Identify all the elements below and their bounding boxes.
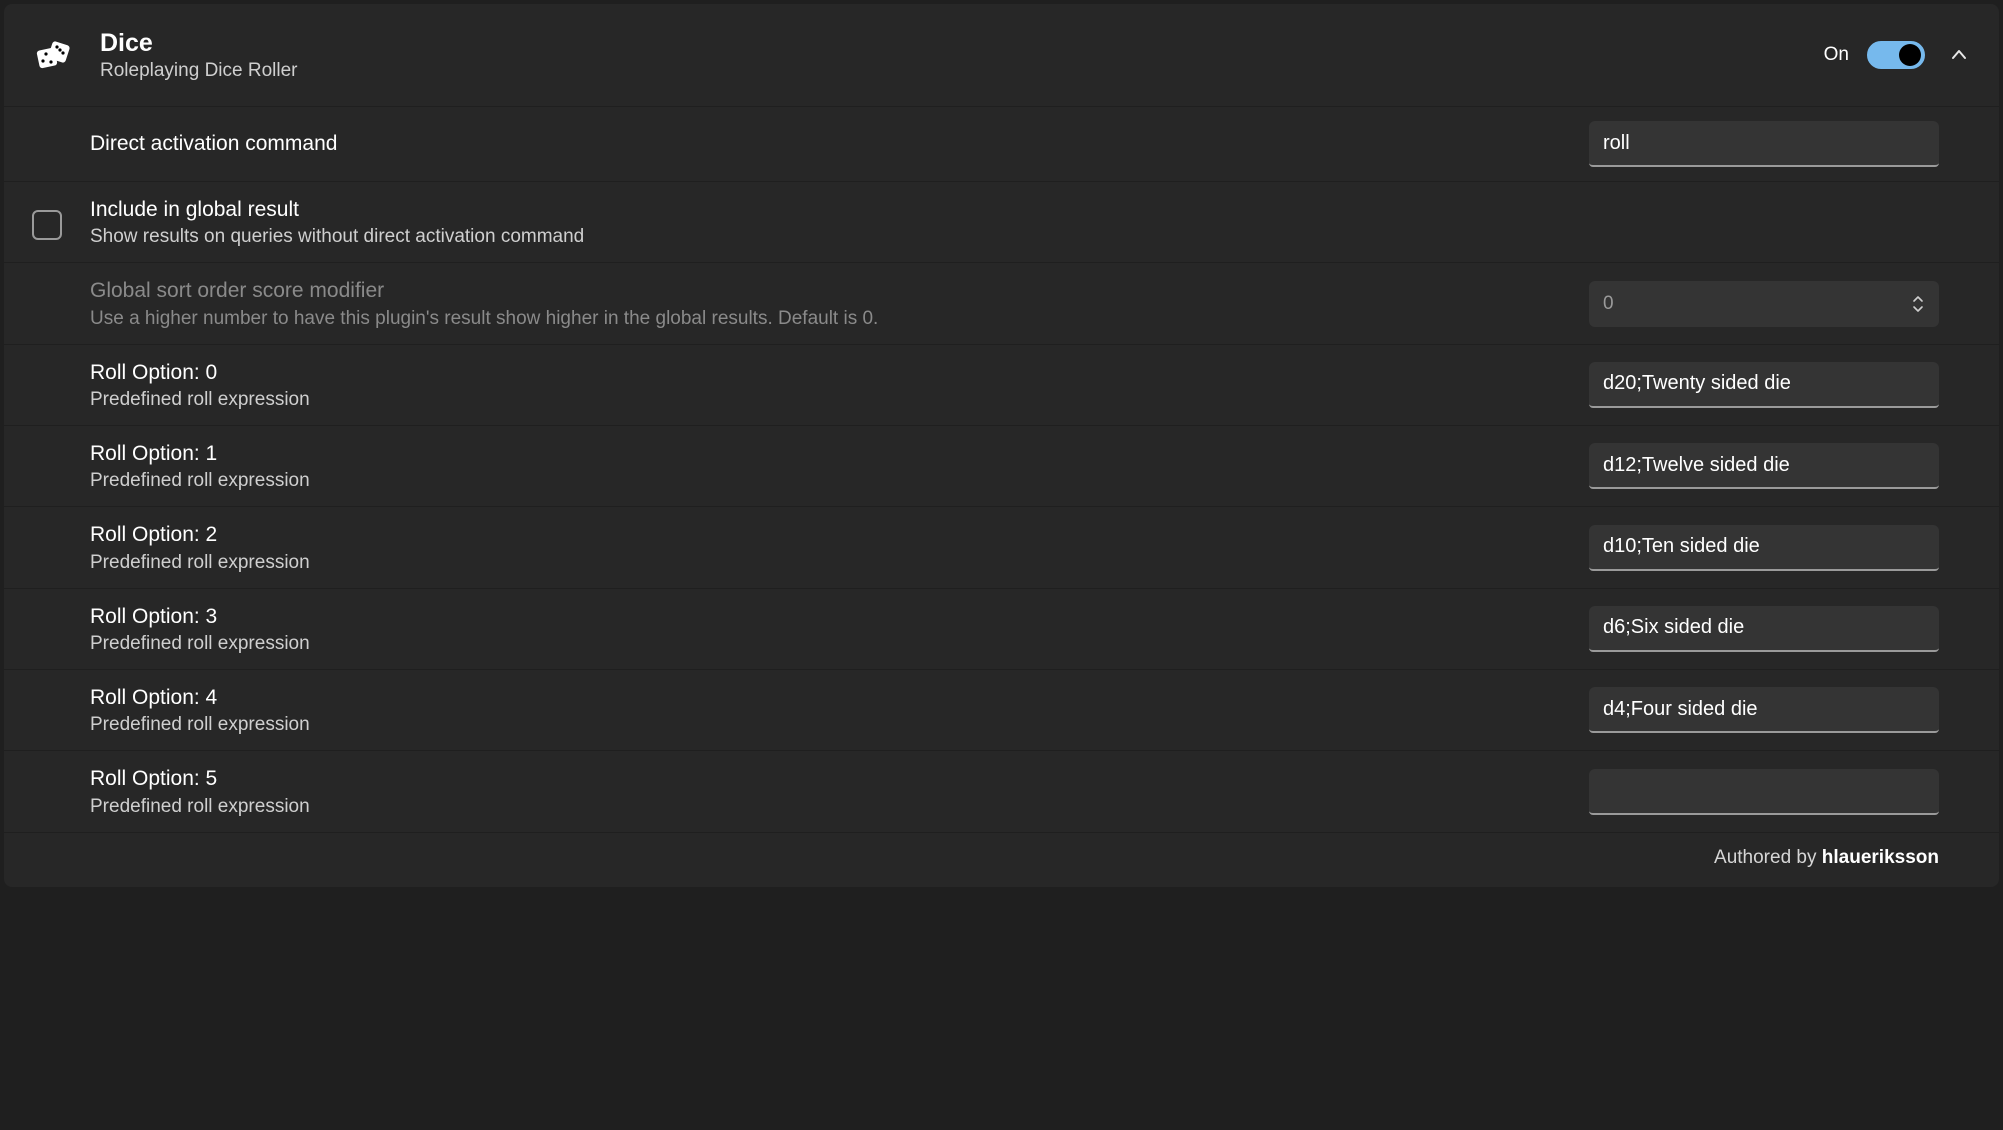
- roll-option-desc: Predefined roll expression: [90, 389, 1565, 411]
- roll-option-input-4[interactable]: [1589, 687, 1939, 733]
- roll-option-desc: Predefined roll expression: [90, 714, 1565, 736]
- roll-option-label: Roll Option: 1: [90, 440, 1565, 468]
- stepper-updown-icon: [1909, 295, 1927, 313]
- row-roll-option-4: Roll Option: 4Predefined roll expression: [4, 669, 1999, 750]
- roll-option-label: Roll Option: 5: [90, 765, 1565, 793]
- plugin-title: Dice: [100, 28, 1800, 58]
- row-score-modifier: Global sort order score modifier Use a h…: [4, 262, 1999, 343]
- author-name[interactable]: hlaueriksson: [1822, 847, 1939, 868]
- row-roll-option-5: Roll Option: 5 Predefined roll expression: [4, 750, 1999, 831]
- score-modifier-stepper[interactable]: 0: [1589, 281, 1939, 327]
- author-footer: Authored by hlaueriksson: [4, 832, 1999, 887]
- roll-option-desc: Predefined roll expression: [90, 633, 1565, 655]
- plugin-subtitle: Roleplaying Dice Roller: [100, 60, 1800, 82]
- roll-option-input-3[interactable]: [1589, 606, 1939, 652]
- roll-option-label: Roll Option: 2: [90, 521, 1565, 549]
- score-modifier-label: Global sort order score modifier: [90, 277, 1565, 305]
- score-modifier-value: 0: [1603, 293, 1614, 315]
- roll-option-input-0[interactable]: [1589, 362, 1939, 408]
- direct-activation-label: Direct activation command: [90, 130, 1565, 158]
- author-prefix: Authored by: [1714, 847, 1822, 868]
- toggle-state-label: On: [1824, 44, 1849, 66]
- roll-option-label: Roll Option: 4: [90, 684, 1565, 712]
- roll-option-label: Roll Option: 3: [90, 603, 1565, 631]
- plugin-header[interactable]: Dice Roleplaying Dice Roller On: [4, 4, 1999, 106]
- row-direct-activation: Direct activation command: [4, 106, 1999, 181]
- row-roll-option-0: Roll Option: 0Predefined roll expression: [4, 344, 1999, 425]
- include-global-checkbox[interactable]: [32, 210, 62, 240]
- row-roll-option-3: Roll Option: 3Predefined roll expression: [4, 588, 1999, 669]
- roll-option-input-1[interactable]: [1589, 443, 1939, 489]
- roll-option-input-2[interactable]: [1589, 525, 1939, 571]
- roll-option-desc: Predefined roll expression: [90, 470, 1565, 492]
- direct-activation-input[interactable]: [1589, 121, 1939, 167]
- roll-option-desc: Predefined roll expression: [90, 796, 1565, 818]
- roll-option-desc: Predefined roll expression: [90, 552, 1565, 574]
- row-roll-option-1: Roll Option: 1Predefined roll expression: [4, 425, 1999, 506]
- enable-toggle[interactable]: [1867, 41, 1925, 69]
- row-roll-option-2: Roll Option: 2 Predefined roll expression: [4, 506, 1999, 587]
- score-modifier-desc: Use a higher number to have this plugin'…: [90, 308, 1565, 330]
- include-global-desc: Show results on queries without direct a…: [90, 226, 1565, 248]
- collapse-icon[interactable]: [1947, 43, 1971, 67]
- roll-option-label: Roll Option: 0: [90, 359, 1565, 387]
- dice-icon: [32, 35, 76, 75]
- row-include-global: Include in global result Show results on…: [4, 181, 1999, 262]
- include-global-label: Include in global result: [90, 196, 1565, 224]
- roll-option-input-5[interactable]: [1589, 769, 1939, 815]
